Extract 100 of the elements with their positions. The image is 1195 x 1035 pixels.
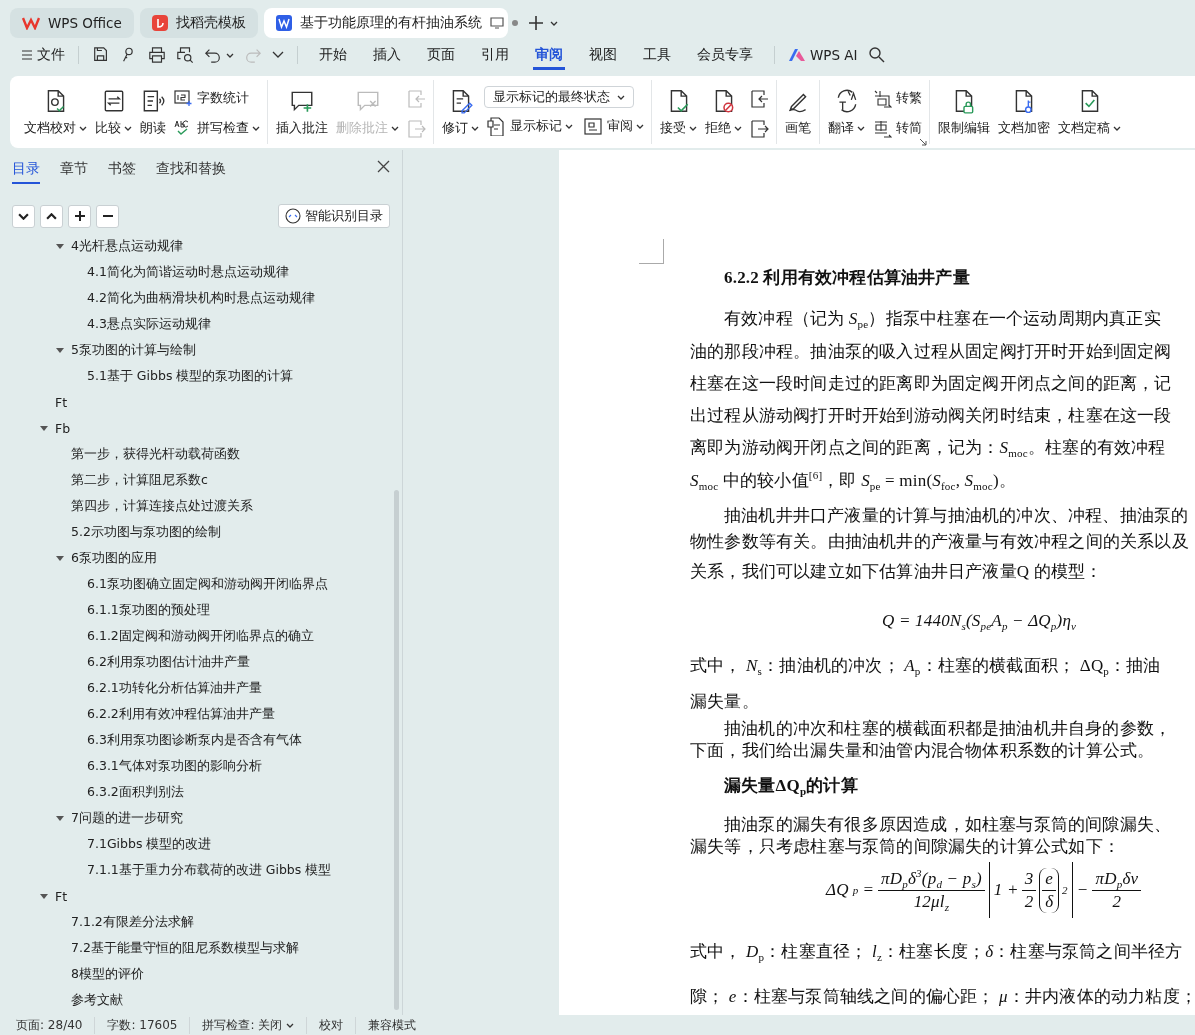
- ribbon-button[interactable]: 文档加密: [995, 86, 1053, 144]
- paragraph-line: 油的那段冲程。抽油泵的吸入过程从固定阀打开时开始到固定阀: [690, 341, 1173, 363]
- sidebar-tab[interactable]: 目录: [12, 160, 40, 184]
- toc-item[interactable]: 4.3悬点实际运动规律: [87, 315, 211, 333]
- toc-item[interactable]: Fb: [55, 420, 71, 436]
- expand-up-button[interactable]: [40, 204, 63, 228]
- section-heading: 6.2.2 利用有效冲程估算油井产量: [723, 267, 971, 289]
- ribbon-button[interactable]: 限制编辑: [935, 86, 993, 144]
- expand-arrow-icon[interactable]: [55, 813, 65, 823]
- document-tab[interactable]: 找稻壳模板: [139, 8, 258, 38]
- ribbon-button[interactable]: 文档定稿: [1055, 86, 1124, 144]
- ribbon-tab[interactable]: 开始: [317, 40, 349, 70]
- toc-item[interactable]: 7.1Gibbs 模型的改进: [87, 835, 212, 853]
- toc-item[interactable]: 6.3.2面积判别法: [87, 783, 184, 801]
- file-menu[interactable]: 文件: [16, 42, 70, 68]
- expand-arrow-icon[interactable]: [55, 241, 65, 251]
- toc-item[interactable]: 6.1泵功图确立固定阀和游动阀开闭临界点: [87, 575, 328, 593]
- expand-arrow-icon[interactable]: [39, 891, 49, 901]
- ai-button[interactable]: WPS AI: [783, 42, 863, 68]
- ribbon-button[interactable]: 拒绝: [702, 86, 745, 144]
- ribbon-tab[interactable]: 引用: [479, 40, 511, 70]
- caret-icon: [124, 126, 132, 131]
- caret-icon: [734, 126, 742, 131]
- ribbon-button[interactable]: 接受: [657, 86, 700, 144]
- expand-arrow-icon[interactable]: [55, 345, 65, 355]
- ribbon-button[interactable]: 转简: [870, 116, 924, 140]
- toc-item[interactable]: 4.1简化为简谐运动时悬点运动规律: [87, 263, 289, 281]
- previous-icon: [406, 88, 426, 108]
- document-tab[interactable]: WPS Office: [10, 8, 134, 38]
- toc-item[interactable]: 6.2.1功转化分析估算油井产量: [87, 679, 262, 697]
- toc-item[interactable]: 5.1基于 Gibbs 模型的泵功图的计算: [87, 367, 294, 385]
- paragraph-line: 出过程从游动阀打开时开始到游动阀关闭时结束，柱塞在这一段: [690, 405, 1173, 427]
- ribbon-tab[interactable]: 页面: [425, 40, 457, 70]
- remove-button[interactable]: [96, 204, 119, 228]
- toc-item[interactable]: Ft: [55, 394, 68, 410]
- toc-item[interactable]: 7.2基于能量守恒的阻尼系数模型与求解: [71, 939, 299, 957]
- ribbon-button[interactable]: 显示标记: [484, 114, 575, 138]
- ribbon-button[interactable]: 转繁: [870, 86, 924, 110]
- paragraph-line: 漏失量。: [690, 691, 760, 713]
- toc-item[interactable]: 5泵功图的计算与绘制: [71, 341, 196, 359]
- search-icon: [867, 46, 886, 64]
- proofread-button[interactable]: 校对: [319, 1016, 357, 1034]
- markup-dropdown[interactable]: 显示标记的最终状态: [484, 86, 634, 108]
- ribbon-tab[interactable]: 审阅: [533, 40, 565, 70]
- paragraph-line: 有效冲程（记为 S$_{pe}$）指泵中柱塞在一个运动周期内真正实: [723, 308, 1162, 330]
- sidebar-tab[interactable]: 章节: [60, 160, 88, 184]
- toc-item[interactable]: 6.2.2利用有效冲程估算油井产量: [87, 705, 275, 723]
- toc-item[interactable]: 6.3利用泵功图诊断泵内是否含有气体: [87, 731, 302, 749]
- expand-arrow-icon[interactable]: [39, 423, 49, 433]
- toc-item[interactable]: 7问题的进一步研究: [71, 809, 183, 827]
- sidebar-tab[interactable]: 书签: [108, 160, 136, 184]
- ribbon-button[interactable]: 翻译: [825, 86, 868, 144]
- ribbon-button[interactable]: 字数统计: [171, 86, 251, 110]
- toc-item[interactable]: 4.2简化为曲柄滑块机构时悬点运动规律: [87, 289, 315, 307]
- toc-item[interactable]: 6.3.1气体对泵功图的影响分析: [87, 757, 262, 775]
- collapse-down-button[interactable]: [12, 204, 35, 228]
- chevron-down-icon: [18, 212, 29, 220]
- ribbon-button[interactable]: 拼写检查: [171, 116, 262, 140]
- plus-icon: [73, 210, 86, 222]
- ribbon-tab[interactable]: 插入: [371, 40, 403, 70]
- toc-item[interactable]: 第二步，计算阻尼系数c: [71, 471, 208, 489]
- toc-item[interactable]: Ft: [55, 888, 68, 904]
- expand-arrow-icon[interactable]: [55, 553, 65, 563]
- toc-item[interactable]: 第一步，获得光杆动载荷函数: [71, 445, 240, 463]
- ribbon-button[interactable]: 审阅: [581, 114, 646, 138]
- add-button[interactable]: [68, 204, 91, 228]
- toc-item[interactable]: 第四步，计算连接点处过渡关系: [71, 497, 253, 515]
- ribbon-tab[interactable]: 视图: [587, 40, 619, 70]
- toc-item[interactable]: 4光杆悬点运动规律: [71, 237, 183, 255]
- smart-toc-button[interactable]: 智能识别目录: [278, 204, 390, 228]
- dialog-launcher-icon[interactable]: [919, 138, 927, 146]
- smart-icon: [285, 208, 301, 224]
- previous-icon: [749, 88, 769, 108]
- ribbon-button[interactable]: 修订: [439, 86, 482, 144]
- paragraph-line: 关系，我们可以建立如下估算油井日产液量Q 的模型：: [690, 561, 1104, 583]
- caret-icon: [272, 51, 284, 59]
- toc-item[interactable]: 参考文献: [71, 991, 123, 1009]
- print-preview-icon: [176, 46, 194, 64]
- toc-item[interactable]: 8模型的评价: [71, 965, 144, 983]
- toc-item[interactable]: 6.1.2固定阀和游动阀开闭临界点的确立: [87, 627, 314, 645]
- scrollbar[interactable]: [394, 490, 399, 1010]
- dropdown-caret-icon: [617, 94, 625, 100]
- toc-item[interactable]: 6.1.1泵功图的预处理: [87, 601, 210, 619]
- toc-item[interactable]: 7.1.2有限差分法求解: [71, 913, 194, 931]
- ribbon-button[interactable]: 画笔: [782, 86, 814, 144]
- toc-item[interactable]: 6泵功图的应用: [71, 549, 157, 567]
- document-logo-icon: [275, 15, 292, 31]
- ribbon-button[interactable]: 朗读: [137, 86, 169, 144]
- ribbon-button[interactable]: 文档校对: [21, 86, 90, 144]
- ribbon-tab[interactable]: 会员专享: [695, 40, 755, 70]
- paragraph-line: 式中， N$_{s}$：抽油机的冲次； A$_{p}$：柱塞的横截面积； ΔQ$_{p}$：抽油: [690, 655, 1162, 677]
- toc-item[interactable]: 5.2示功图与泵功图的绘制: [71, 523, 221, 541]
- spell-check-status[interactable]: 拼写检查: 关闭: [202, 1016, 308, 1034]
- sidebar-tab[interactable]: 查找和替换: [156, 160, 226, 184]
- ribbon-button[interactable]: 插入批注: [273, 86, 331, 144]
- ribbon-button[interactable]: 比较: [92, 86, 135, 144]
- toc-item[interactable]: 6.2利用泵功图估计油井产量: [87, 653, 250, 671]
- ribbon-tab[interactable]: 工具: [641, 40, 673, 70]
- toc-item[interactable]: 7.1.1基于重力分布载荷的改进 Gibbs 模型: [87, 861, 332, 879]
- formula: Q = 1440N$_{s}$(S$_{pe}$A$_{p}$ − ΔQ$_{p}$)η$_{v}$: [882, 611, 1077, 630]
